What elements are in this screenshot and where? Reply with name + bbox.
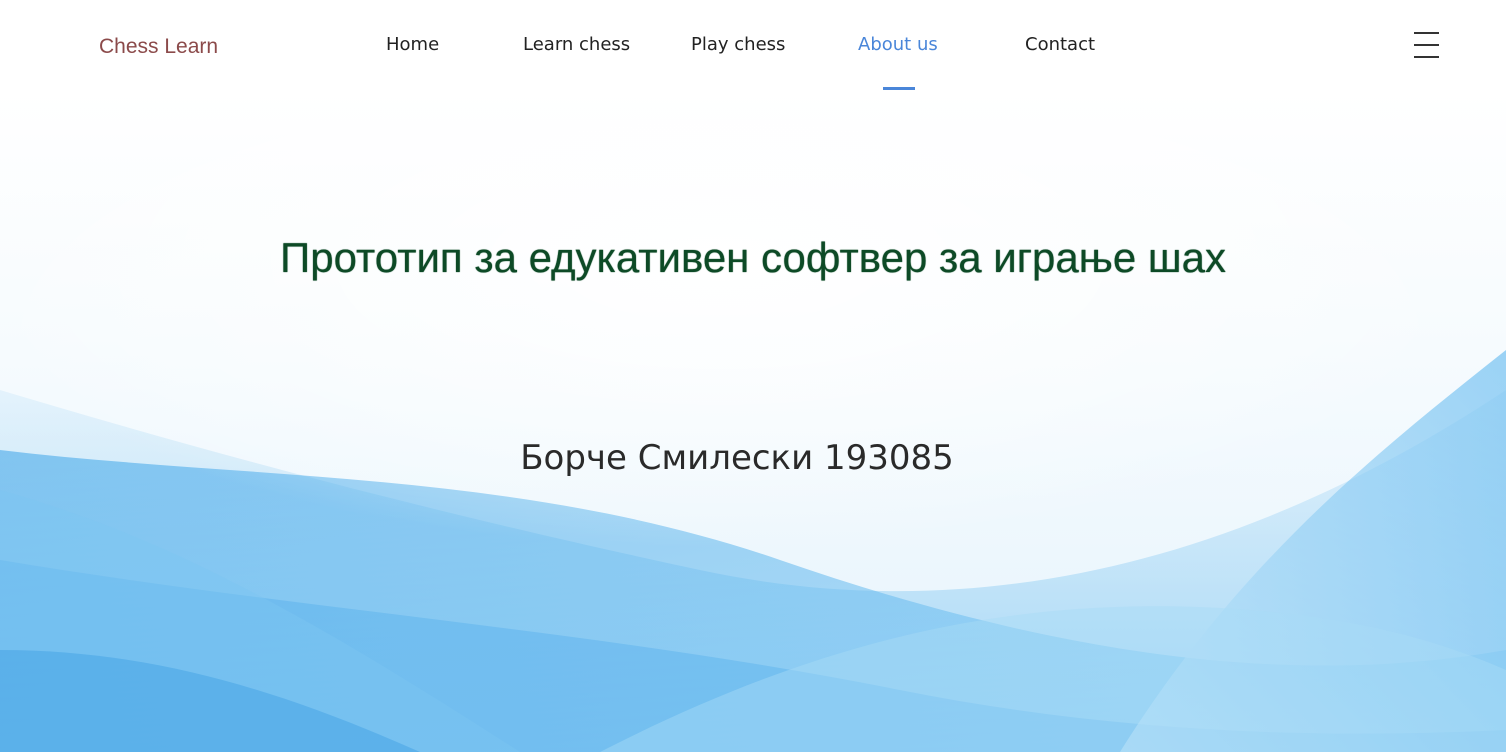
page-title: Прототип за едукативен софтвер за играње… — [280, 234, 1226, 281]
page: Chess Learn Home Learn chess Play chess … — [0, 0, 1506, 752]
brand-logo[interactable]: Chess Learn — [99, 35, 218, 59]
nav-link-learn-chess[interactable]: Learn chess — [523, 34, 630, 55]
nav-link-home[interactable]: Home — [386, 34, 439, 55]
hamburger-icon[interactable] — [1410, 30, 1442, 60]
author-subtitle: Борче Смилески 193085 — [520, 438, 954, 478]
nav-link-about-us[interactable]: About us — [858, 34, 938, 55]
active-nav-indicator — [883, 87, 915, 90]
nav-link-contact[interactable]: Contact — [1025, 34, 1095, 55]
navbar: Chess Learn Home Learn chess Play chess … — [0, 0, 1506, 90]
wave-background-image — [0, 90, 1506, 752]
nav-link-play-chess[interactable]: Play chess — [691, 34, 785, 55]
hero-section: Прототип за едукативен софтвер за играње… — [0, 90, 1506, 752]
